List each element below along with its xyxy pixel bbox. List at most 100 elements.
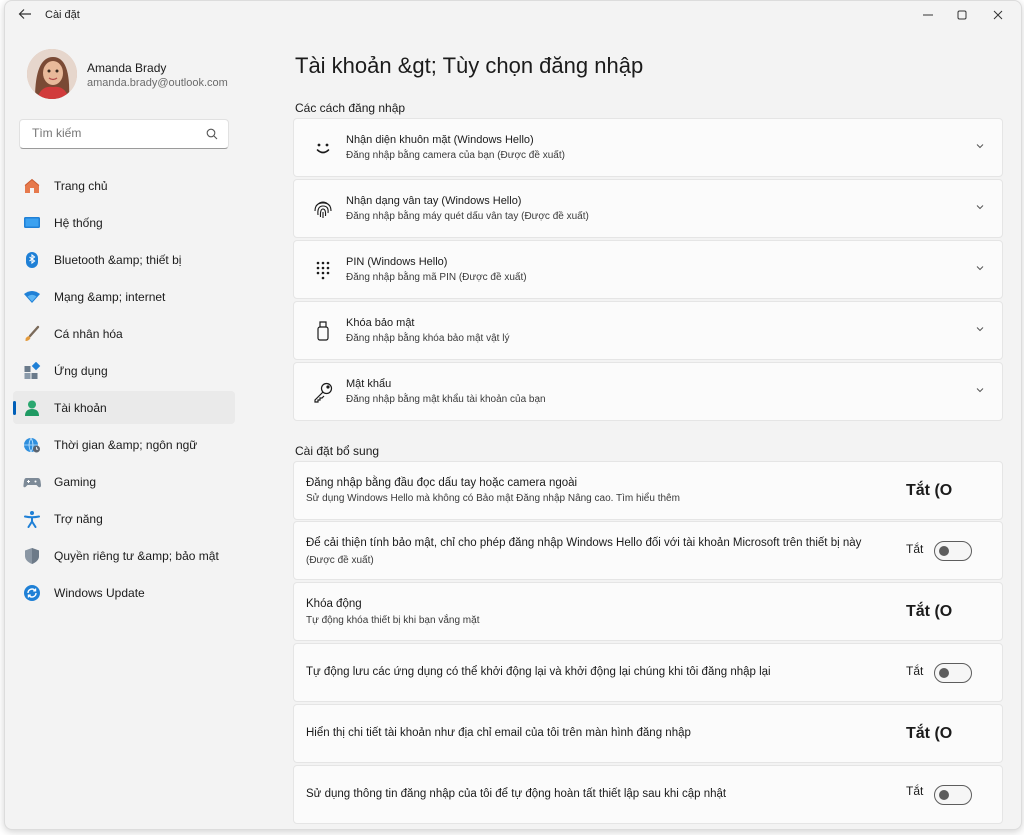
nav-item-network[interactable]: Mạng &amp; internet <box>13 280 235 313</box>
sidebar: Amanda Brady amanda.brady@outlook.com Tr… <box>5 31 245 829</box>
nav-item-label: Gaming <box>54 475 97 489</box>
chevron-down-icon[interactable] <box>974 383 986 395</box>
option-subtitle: Đăng nhập bằng máy quét dấu vân tay (Đượ… <box>346 211 589 222</box>
home-icon <box>23 177 41 195</box>
nav-item-system[interactable]: Hệ thống <box>13 206 235 239</box>
setting-subtitle: Sử dụng Windows Hello mà không có Bảo mậ… <box>306 493 680 504</box>
setting-state-label[interactable]: Tắt (O <box>906 603 952 621</box>
globe-clock-icon <box>23 436 41 454</box>
setting-state-label: Tắt <box>906 784 924 798</box>
nav-item-personalization[interactable]: Cá nhân hóa <box>13 317 235 350</box>
settings-window: Cài đặt Amanda Brady amanda.brady@outloo… <box>4 0 1022 830</box>
chevron-down-icon[interactable] <box>974 322 986 334</box>
search-input[interactable] <box>30 125 194 141</box>
chevron-down-icon[interactable] <box>974 200 986 212</box>
signin-option-security-key[interactable]: Khóa bảo mật Đăng nhập bằng khóa bảo mật… <box>293 301 1003 360</box>
setting-title: Đăng nhập bằng đầu đọc dấu tay hoặc came… <box>306 477 578 489</box>
setting-show-account-details: Hiển thị chi tiết tài khoản như địa chỉ … <box>293 704 1003 763</box>
setting-state-label: Tắt <box>906 664 924 678</box>
search-icon[interactable] <box>206 127 218 140</box>
bluetooth-icon <box>23 251 41 269</box>
fingerprint-icon <box>312 198 334 220</box>
nav-item-windows-update[interactable]: Windows Update <box>13 576 235 609</box>
app-title: Cài đặt <box>45 9 80 21</box>
signin-option-fingerprint[interactable]: Nhận dạng vân tay (Windows Hello) Đăng n… <box>293 179 1003 238</box>
toggle-knob <box>939 546 949 556</box>
nav-item-home[interactable]: Trang chủ <box>13 169 235 202</box>
option-subtitle: Đăng nhập bằng mã PIN (Được đề xuất) <box>346 272 527 283</box>
page-title: Tài khoản &gt; Tùy chọn đăng nhập <box>295 53 644 78</box>
setting-subtitle: (Được đề xuất) <box>306 555 374 566</box>
main-content: Tài khoản &gt; Tùy chọn đăng nhập Các cá… <box>293 31 1005 829</box>
nav-item-label: Mạng &amp; internet <box>54 290 166 304</box>
option-subtitle: Đăng nhập bằng mật khẩu tài khoản của bạ… <box>346 394 546 405</box>
toggle-switch[interactable] <box>934 785 972 805</box>
setting-title: Để cải thiện tính bảo mật, chỉ cho phép … <box>306 537 862 549</box>
user-email: amanda.brady@outlook.com <box>87 77 228 89</box>
nav-list: Trang chủ Hệ thống Bluetooth &amp; thiết… <box>13 169 235 613</box>
nav-item-apps[interactable]: Ứng dụng <box>13 354 235 387</box>
active-indicator <box>13 401 16 415</box>
back-arrow-icon[interactable] <box>15 7 35 25</box>
option-subtitle: Đăng nhập bằng khóa bảo mật vật lý <box>346 333 510 344</box>
key-icon <box>312 381 334 403</box>
setting-auto-finish-setup: Sử dụng thông tin đăng nhập của tôi để t… <box>293 765 1003 824</box>
nav-item-label: Trang chủ <box>54 179 108 193</box>
section-title-additional: Cài đặt bổ sung <box>295 444 380 458</box>
chevron-down-icon[interactable] <box>974 139 986 151</box>
maximize-icon[interactable] <box>945 5 979 27</box>
setting-restart-apps: Tự động lưu các ứng dụng có thể khởi độn… <box>293 643 1003 702</box>
option-title: Mật khẩu <box>346 378 392 390</box>
setting-subtitle: Tự động khóa thiết bị khi bạn vắng mặt <box>306 615 480 626</box>
nav-item-bluetooth[interactable]: Bluetooth &amp; thiết bị <box>13 243 235 276</box>
option-title: Nhận dạng vân tay (Windows Hello) <box>346 195 522 207</box>
setting-state-label[interactable]: Tắt (O <box>906 725 952 743</box>
minimize-icon[interactable] <box>911 5 945 27</box>
avatar[interactable] <box>27 49 77 99</box>
toggle-switch[interactable] <box>934 663 972 683</box>
brush-icon <box>23 325 41 343</box>
toggle-knob <box>939 668 949 678</box>
option-title: PIN (Windows Hello) <box>346 256 448 268</box>
accessibility-icon <box>23 510 41 528</box>
nav-item-label: Quyền riêng tư &amp; bảo mật <box>54 549 219 563</box>
account-icon <box>23 399 41 417</box>
nav-item-label: Tài khoản <box>54 401 107 415</box>
nav-item-label: Bluetooth &amp; thiết bị <box>54 253 182 267</box>
setting-title: Hiển thị chi tiết tài khoản như địa chỉ … <box>306 727 691 739</box>
setting-dynamic-lock: Khóa động Tự động khóa thiết bị khi bạn … <box>293 582 1003 641</box>
pin-keypad-icon <box>312 259 334 281</box>
search-box[interactable] <box>19 119 229 149</box>
setting-state-label[interactable]: Tắt (O <box>906 482 952 500</box>
nav-item-label: Cá nhân hóa <box>54 327 123 341</box>
apps-icon <box>23 361 41 380</box>
toggle-switch[interactable] <box>934 541 972 561</box>
signin-option-face[interactable]: Nhận diện khuôn mặt (Windows Hello) Đăng… <box>293 118 1003 177</box>
nav-item-accounts[interactable]: Tài khoản <box>13 391 235 424</box>
title-bar: Cài đặt <box>5 1 1021 31</box>
option-subtitle: Đăng nhập bằng camera của bạn (Được đề x… <box>346 150 565 161</box>
setting-state-label: Tắt <box>906 542 924 556</box>
nav-item-time-language[interactable]: Thời gian &amp; ngôn ngữ <box>13 428 235 461</box>
option-title: Nhận diện khuôn mặt (Windows Hello) <box>346 134 534 146</box>
section-title-signin-methods: Các cách đăng nhập <box>295 101 406 115</box>
nav-item-accessibility[interactable]: Trợ năng <box>13 502 235 535</box>
nav-item-label: Hệ thống <box>54 216 103 230</box>
nav-item-label: Trợ năng <box>54 512 103 526</box>
user-name: Amanda Brady <box>87 61 167 75</box>
signin-option-pin[interactable]: PIN (Windows Hello) Đăng nhập bằng mã PI… <box>293 240 1003 299</box>
setting-hello-only: Để cải thiện tính bảo mật, chỉ cho phép … <box>293 521 1003 580</box>
nav-item-label: Thời gian &amp; ngôn ngữ <box>54 438 198 452</box>
setting-title: Khóa động <box>306 598 362 610</box>
usb-key-icon <box>312 320 334 342</box>
setting-title: Sử dụng thông tin đăng nhập của tôi để t… <box>306 788 727 800</box>
setting-external-reader: Đăng nhập bằng đầu đọc dấu tay hoặc came… <box>293 461 1003 520</box>
nav-item-privacy-security[interactable]: Quyền riêng tư &amp; bảo mật <box>13 539 235 572</box>
chevron-down-icon[interactable] <box>974 261 986 273</box>
update-icon <box>23 584 41 602</box>
close-icon[interactable] <box>981 5 1015 27</box>
signin-option-password[interactable]: Mật khẩu Đăng nhập bằng mật khẩu tài kho… <box>293 362 1003 421</box>
option-title: Khóa bảo mật <box>346 317 415 329</box>
toggle-knob <box>939 790 949 800</box>
nav-item-gaming[interactable]: Gaming <box>13 465 235 498</box>
